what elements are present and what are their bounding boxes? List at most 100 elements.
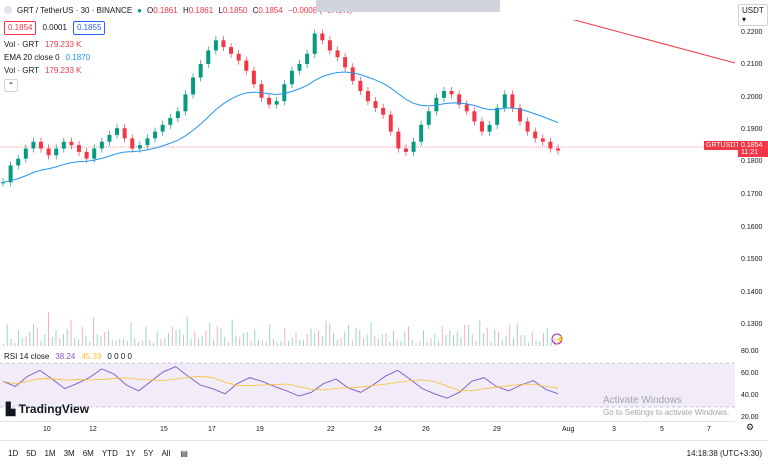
- candle[interactable]: [502, 94, 507, 108]
- range-1d-button[interactable]: 1D: [8, 449, 18, 458]
- volume-bar: [44, 334, 46, 346]
- candle[interactable]: [411, 141, 416, 152]
- candle[interactable]: [510, 94, 515, 108]
- range-5y-button[interactable]: 5Y: [144, 449, 154, 458]
- currency-label: USDT: [742, 6, 764, 15]
- lightning-icon-glyph: ⚡: [555, 334, 565, 344]
- candle[interactable]: [388, 114, 393, 132]
- candle[interactable]: [130, 138, 135, 149]
- candle[interactable]: [403, 148, 408, 152]
- candle[interactable]: [343, 57, 348, 68]
- candle[interactable]: [267, 97, 272, 105]
- volume-bar: [70, 319, 72, 346]
- candle[interactable]: [236, 53, 241, 61]
- volume-bar: [21, 338, 23, 346]
- candle[interactable]: [61, 141, 66, 149]
- volume-bar: [160, 338, 162, 346]
- candle[interactable]: [84, 151, 89, 159]
- candle[interactable]: [39, 141, 44, 149]
- watermark-title: Activate Windows: [603, 395, 682, 406]
- candle[interactable]: [449, 91, 454, 95]
- candle[interactable]: [297, 63, 302, 71]
- candle[interactable]: [31, 141, 36, 149]
- candle[interactable]: [183, 94, 188, 112]
- candle[interactable]: [350, 67, 355, 81]
- candle[interactable]: [191, 77, 196, 95]
- candle[interactable]: [137, 145, 142, 149]
- candle[interactable]: [8, 165, 13, 183]
- candle[interactable]: [396, 131, 401, 149]
- range-5d-button[interactable]: 5D: [26, 449, 36, 458]
- range-all-button[interactable]: All: [161, 449, 170, 458]
- candle[interactable]: [107, 134, 112, 142]
- candle[interactable]: [115, 128, 120, 135]
- candle[interactable]: [487, 124, 492, 132]
- candle[interactable]: [335, 50, 340, 58]
- candle[interactable]: [92, 148, 97, 159]
- candle[interactable]: [244, 60, 249, 71]
- candle[interactable]: [419, 124, 424, 142]
- candle[interactable]: [495, 107, 500, 125]
- candle[interactable]: [122, 128, 127, 139]
- candle[interactable]: [441, 91, 446, 98]
- candle[interactable]: [381, 107, 386, 115]
- candle[interactable]: [305, 53, 310, 64]
- candle[interactable]: [533, 131, 538, 139]
- volume-bar: [243, 332, 244, 346]
- candle[interactable]: [464, 104, 469, 112]
- tradingview-logo[interactable]: ▙ TradingView: [6, 402, 89, 416]
- symbol-title[interactable]: GRT / TetherUS · 30 · BINANCE: [17, 6, 132, 15]
- range-6m-button[interactable]: 6M: [83, 449, 94, 458]
- candle[interactable]: [426, 111, 431, 125]
- candle[interactable]: [289, 70, 294, 85]
- candle[interactable]: [259, 84, 264, 98]
- range-3m-button[interactable]: 3M: [64, 449, 75, 458]
- candle[interactable]: [556, 148, 560, 151]
- candle[interactable]: [145, 138, 150, 146]
- currency-selector[interactable]: USDT ▾: [738, 4, 768, 26]
- time-tick: Aug: [562, 426, 575, 433]
- volume-bar: [479, 320, 481, 346]
- range-1y-button[interactable]: 1Y: [126, 449, 136, 458]
- candle[interactable]: [251, 70, 256, 85]
- candle[interactable]: [479, 121, 484, 132]
- candle[interactable]: [54, 148, 59, 156]
- candle[interactable]: [206, 50, 211, 64]
- candle[interactable]: [472, 111, 477, 122]
- settings-icon[interactable]: ⚙: [746, 422, 754, 433]
- candle[interactable]: [320, 33, 325, 41]
- candle[interactable]: [327, 40, 332, 51]
- candle[interactable]: [540, 138, 545, 142]
- candle[interactable]: [365, 91, 370, 102]
- candle[interactable]: [358, 80, 363, 92]
- candle[interactable]: [16, 158, 21, 166]
- candle[interactable]: [274, 101, 279, 105]
- candle[interactable]: [213, 40, 218, 51]
- range-1m-button[interactable]: 1M: [44, 449, 55, 458]
- clock-timezone[interactable]: 14:18:38 (UTC+3:30): [687, 449, 762, 458]
- price-chart[interactable]: ⚡: [0, 20, 735, 348]
- candle[interactable]: [525, 121, 530, 132]
- candle[interactable]: [175, 111, 180, 119]
- candle[interactable]: [46, 148, 51, 156]
- trend-line[interactable]: [500, 20, 735, 64]
- candle[interactable]: [229, 47, 234, 54]
- candle[interactable]: [221, 40, 226, 48]
- time-tick: 15: [160, 426, 168, 433]
- candle[interactable]: [23, 148, 28, 159]
- candle[interactable]: [69, 141, 74, 146]
- candle[interactable]: [312, 33, 317, 54]
- candle[interactable]: [373, 101, 378, 108]
- candle[interactable]: [198, 63, 203, 78]
- candle[interactable]: [99, 141, 104, 149]
- time-axis[interactable]: 10 12 15 17 19 22 24 26 29 Aug 3 5 7: [0, 421, 735, 436]
- range-ytd-button[interactable]: YTD: [102, 449, 118, 458]
- candle[interactable]: [160, 124, 165, 132]
- volume-bar: [310, 328, 312, 346]
- candle[interactable]: [548, 141, 553, 149]
- candle[interactable]: [77, 145, 82, 152]
- candle[interactable]: [153, 131, 158, 139]
- candle[interactable]: [168, 118, 173, 125]
- volume-bar: [66, 329, 68, 346]
- date-range-icon[interactable]: ▤: [180, 449, 188, 458]
